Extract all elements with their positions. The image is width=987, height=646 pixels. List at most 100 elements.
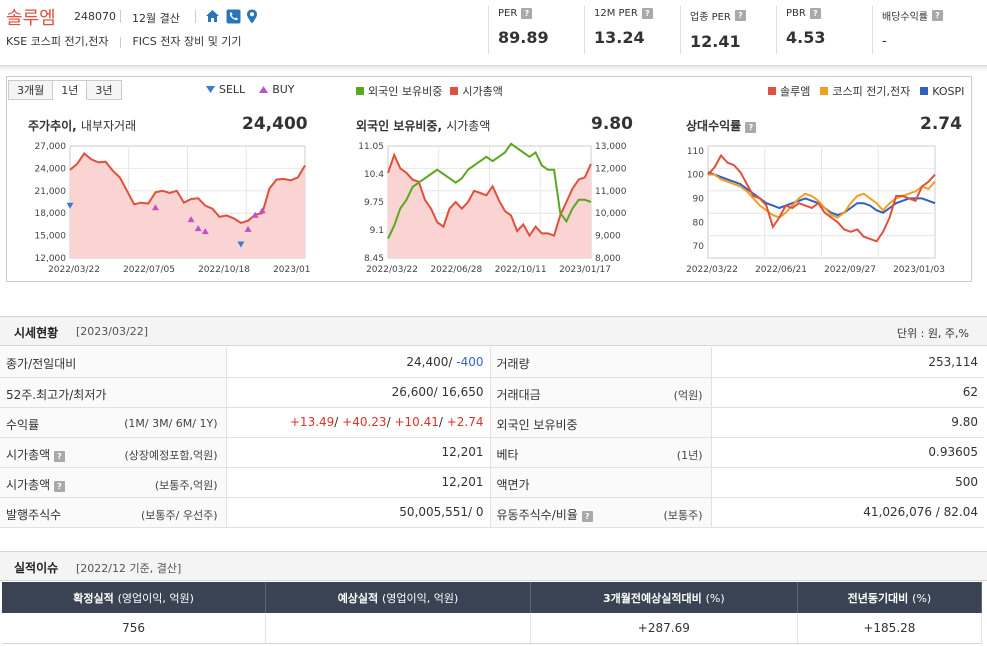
help-icon[interactable]: ? [581,510,593,522]
x-tick-label: 2022/03/22 [686,265,738,275]
y-tick-label-left: 11.05 [358,142,384,152]
y-tick-label: 80 [693,218,705,228]
section-title: 실적이슈 [14,561,59,575]
metric-12m-per: 12M PER? 13.24 [594,8,653,47]
row-label-text: 시가총액 [6,477,51,492]
relative-return-chart[interactable]: 110 100 90 80 70 2022/03/22 2022/06/21 2022/09/… [680,140,950,278]
metric-label: 배당수익률 [882,12,928,23]
table-row: 시가총액 ? (상장예정포함,억원) 12,201 베타 (1년) 0.93605 [0,437,984,468]
return-1m: +13.49 [289,415,335,429]
metric-dividend-yield: 배당수익률? - [882,8,943,49]
row-sublabel: (보통주) [663,508,703,522]
fics-sector: FICS 전자 장비 및 기기 [132,35,242,48]
y-tick-label-right: 13,000 [595,142,627,152]
legend-sell: SELL [219,83,246,96]
tab-1-year[interactable]: 1년 [53,80,88,100]
column-header-sub: (%) [705,591,725,605]
signal-legend: SELL BUY [206,83,295,96]
divider [488,6,489,54]
row-label: 종가/전일대비 [6,357,77,371]
row-value: 41,026,076 / 82.04 [711,497,984,528]
legend-swatch [356,87,364,95]
y-tick-label-right: 8,000 [595,254,621,264]
y-tick-label: 90 [693,194,705,204]
divider [872,6,873,54]
legend-kospi: KOSPI [932,84,965,98]
row-label-cell: 수익률 (1M/ 3M/ 6M/ 1Y) [0,407,227,438]
x-tick-label: 2022/03/22 [48,265,100,275]
row-value: 12,201 [226,467,491,498]
metric-label: PER [498,8,518,19]
return-3m: +40.23 [342,415,387,429]
sell-marker-icon [206,86,215,93]
table-header-row: 확정실적 (영업이익, 억원) 예상실적 (영업이익, 억원) 3개월전예상실적… [2,582,983,613]
help-icon[interactable]: ? [745,122,757,133]
row-label-cell: 종가/전일대비 [0,347,227,378]
stock-code: 248070 [74,10,116,23]
row-label-cell: 발행주식수 (보통주/ 우선주) [0,497,227,528]
yoy-change: +185.28 [797,613,983,644]
return-6m: +10.41 [394,415,439,429]
x-tick-label: 2022/10/11 [495,265,547,275]
price-chart[interactable]: 27,00024,00021,00018,00015,00012,0002022… [20,140,311,278]
home-icon[interactable] [205,9,220,24]
legend-swatch [450,87,459,95]
y-tick-label: 12,000 [35,254,67,264]
chart-title-comma: , [437,119,447,133]
column-header: 3개월전예상실적대비 (%) [530,582,798,613]
section-date: [2023/03/22] [76,325,148,338]
location-icon[interactable] [246,9,261,24]
y-tick-label: 27,000 [35,142,67,152]
row-sublabel: (1M/ 3M/ 6M/ 1Y) [124,416,218,430]
row-sublabel: (상장예정포함,억원) [124,448,218,462]
help-icon[interactable]: ? [54,450,65,462]
tab-3-years[interactable]: 3년 [87,80,122,100]
y-tick-label-left: 9.1 [370,226,384,236]
row-label: 수익률 [6,417,40,432]
chart-current-price: 24,400 [242,114,308,134]
row-label: 52주.최고가/최저가 [6,387,107,402]
help-icon[interactable]: ? [641,8,653,19]
column-header-main: 확정실적 [73,591,114,605]
row-value: 0.93605 [711,437,984,468]
x-tick-label: 2023/01/31 [273,265,310,275]
foreign-ownership-chart[interactable]: 11.05 10.4 9.75 9.1 8.45 13,000 12,000 11,000 10… [350,140,632,278]
chart-subtitle: 시가총액 [446,119,491,133]
row-value: 253,114 [711,347,984,378]
row-label: 베타 [496,447,519,462]
metric-value: - [882,34,887,49]
row-value: 62 [711,377,984,408]
help-icon[interactable]: ? [521,8,533,19]
y-tick-label-left: 10.4 [364,170,384,180]
y-tick-label: 15,000 [35,232,67,242]
foreign-legend: 외국인 보유비중 시가총액 [356,83,503,99]
metric-per: PER? 89.89 [498,8,549,47]
row-value: 50,005,551/ 0 [226,497,491,528]
chart-title-comma: , [72,119,81,133]
row-label-cell: 유동주식수/비율 ? (보통주) [490,497,712,528]
x-tick-label: 2023/01/17 [559,265,611,275]
row-label: 액면가 [496,477,530,492]
table-row: 수익률 (1M/ 3M/ 6M/ 1Y) +13.49/ +40.23/ +10.… [0,407,984,438]
help-icon[interactable]: ? [734,10,746,21]
vs-3m-estimate: +287.69 [530,613,798,644]
legend-swatch [768,87,776,95]
phone-icon[interactable] [226,9,241,24]
tab-3-months[interactable]: 3개월 [8,80,54,100]
table-row: 종가/전일대비 24,400/ -400 거래량 253,114 [0,347,984,378]
row-label-cell: 거래량 [490,347,712,378]
help-icon[interactable]: ? [809,8,821,19]
y-tick-label-left: 8.45 [364,254,384,264]
help-icon[interactable]: ? [932,10,943,21]
x-tick-label: 2022/09/27 [824,265,876,275]
row-sublabel: (억원) [673,388,703,402]
divider [120,10,121,23]
row-value: 9.80 [711,407,984,438]
market-status-table: 종가/전일대비 24,400/ -400 거래량 253,114 52주.최고가… [0,347,984,528]
section-title: 시세현황 [14,326,59,340]
y-tick-label-right: 12,000 [595,164,627,174]
help-icon[interactable]: ? [54,480,65,492]
buy-marker-icon [259,86,269,93]
legend-sector: 코스피 전기,전자 [832,85,911,98]
row-value: 26,600/ 16,650 [226,377,491,408]
